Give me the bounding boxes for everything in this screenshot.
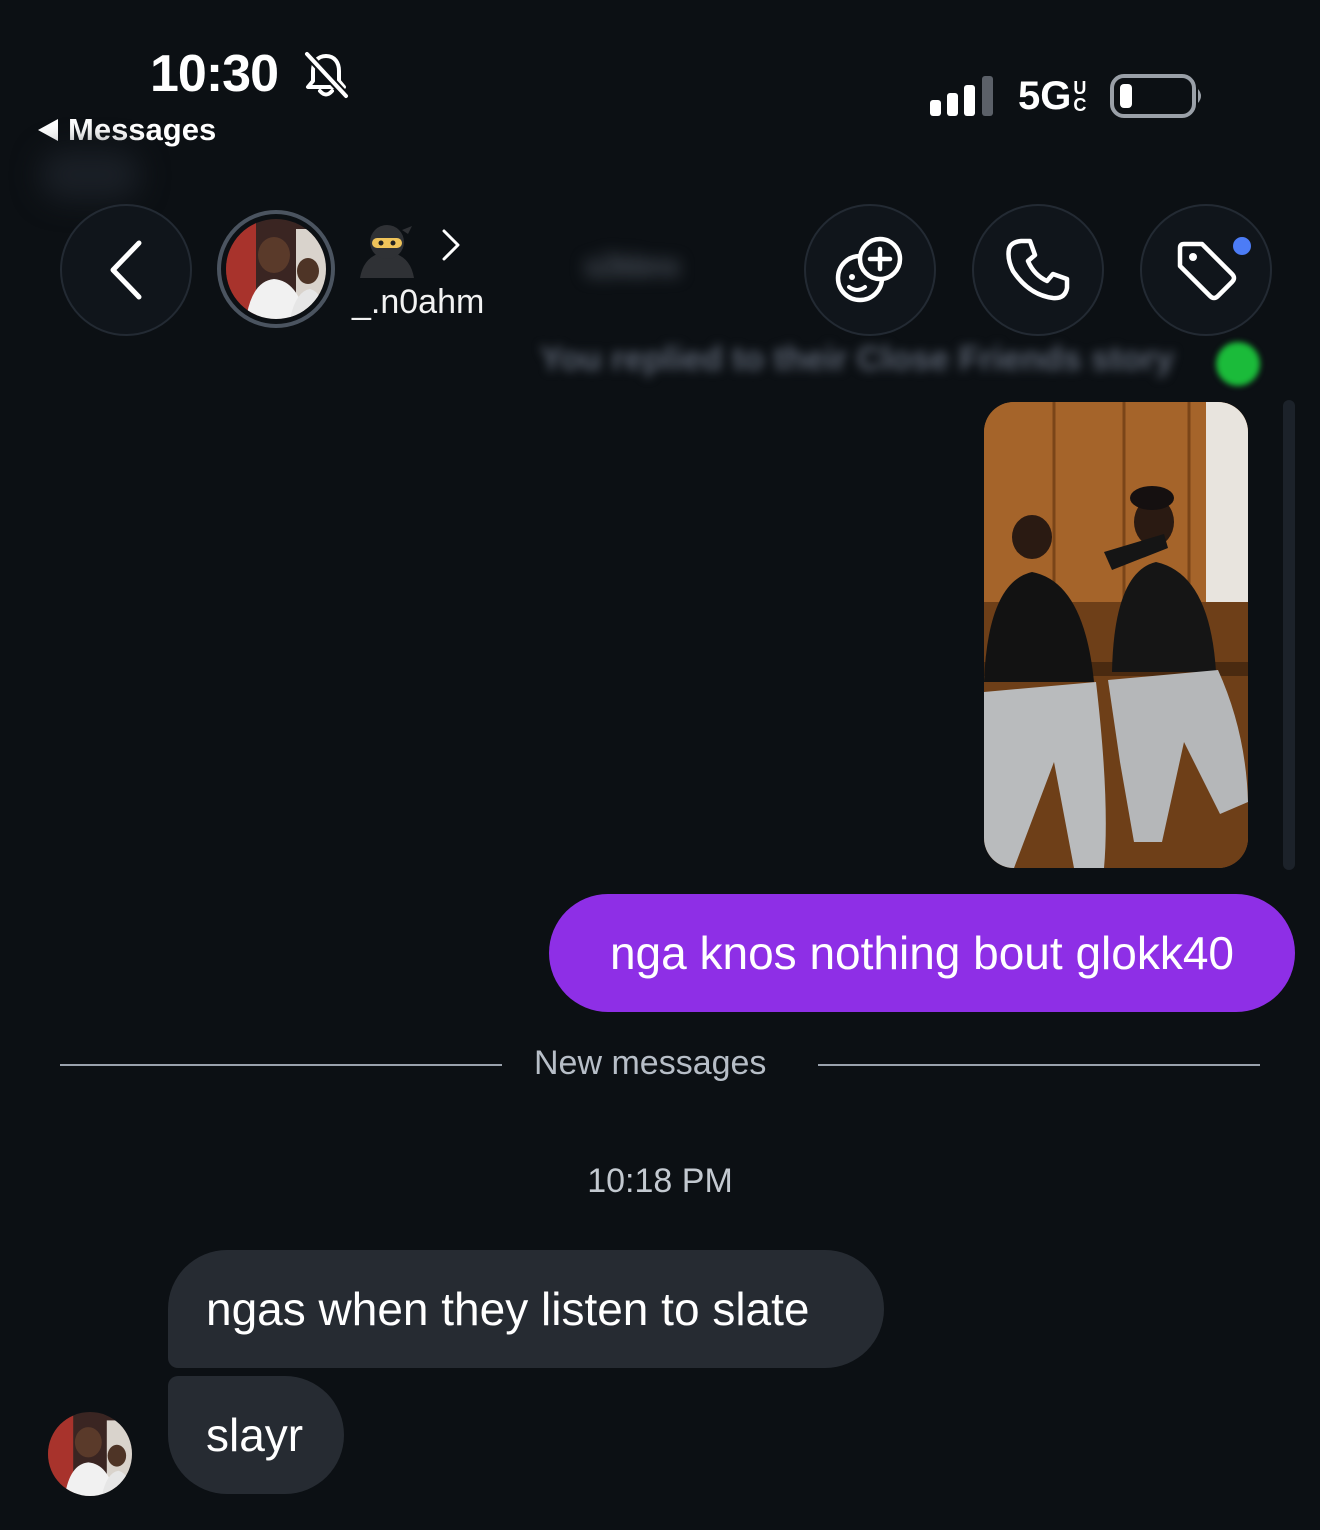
avatar-image — [226, 219, 326, 319]
network-suffix: U C — [1073, 78, 1087, 115]
back-to-messages-app[interactable]: Messages — [38, 112, 216, 148]
bell-slash-icon — [304, 51, 349, 99]
blurred-name: s2kbnx — [585, 250, 681, 283]
incoming-message-bubble[interactable]: slayr — [168, 1376, 344, 1494]
close-friends-icon — [1216, 342, 1260, 386]
back-app-label: Messages — [68, 112, 217, 147]
scrollbar[interactable] — [1283, 400, 1295, 870]
story-photo[interactable] — [984, 402, 1248, 868]
status-time: 10:30 — [150, 45, 279, 103]
call-button[interactable] — [972, 204, 1104, 336]
ninja-emoji-icon — [360, 225, 414, 278]
new-messages-divider: New messages — [534, 1044, 767, 1082]
story-reply-note: You replied to their Close Friends story — [540, 340, 1175, 378]
chevron-right-icon[interactable] — [440, 228, 462, 262]
chevron-left-icon — [110, 240, 142, 300]
back-triangle-icon — [38, 119, 58, 141]
back-button[interactable] — [60, 204, 192, 336]
outgoing-message-bubble[interactable]: nga knos nothing bout glokk40 — [549, 894, 1295, 1012]
face-plus-icon — [835, 236, 903, 303]
notification-dot — [1230, 234, 1254, 258]
chat-username[interactable]: _.n0ahm — [352, 283, 484, 322]
blurred-overlay — [40, 150, 140, 200]
network-indicator: 5G U C — [1018, 74, 1086, 119]
sender-avatar[interactable] — [48, 1412, 132, 1496]
incoming-message-bubble[interactable]: ngas when they listen to slate — [168, 1250, 884, 1368]
divider-line-left — [60, 1064, 502, 1066]
effects-button[interactable] — [804, 204, 936, 336]
divider-line-right — [818, 1064, 1260, 1066]
profile-avatar[interactable] — [217, 210, 335, 328]
tag-button[interactable] — [1140, 204, 1272, 336]
network-type: 5G — [1018, 74, 1072, 118]
cellular-signal-icon — [930, 76, 993, 116]
phone-icon — [1006, 238, 1070, 301]
message-timestamp: 10:18 PM — [587, 1162, 733, 1200]
battery-icon — [1110, 74, 1201, 118]
